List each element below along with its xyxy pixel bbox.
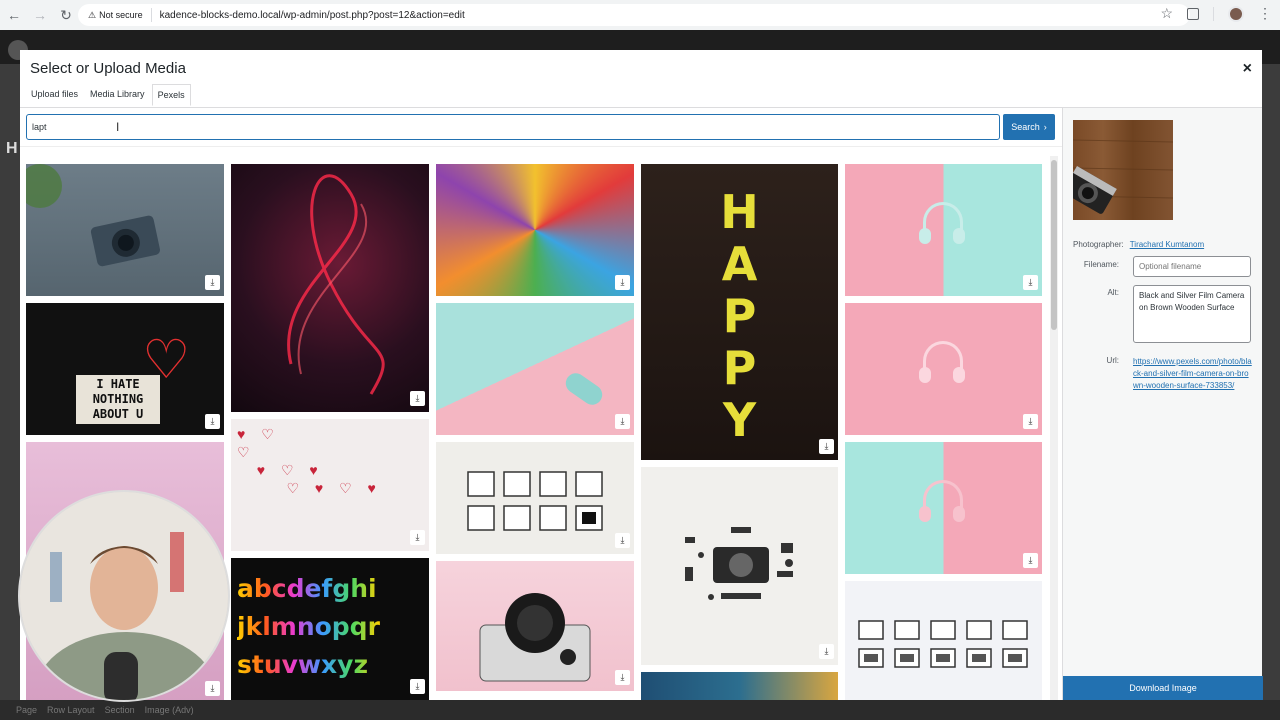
download-icon[interactable]: ⤓ bbox=[1023, 553, 1038, 568]
warning-icon: ⚠ bbox=[88, 9, 97, 20]
search-button[interactable]: Search › bbox=[1003, 114, 1055, 140]
photo-tile[interactable]: ⤓ bbox=[436, 442, 634, 554]
extensions-icon[interactable] bbox=[1187, 7, 1199, 20]
block-breadcrumb: Page Row Layout Section Image (Adv) bbox=[0, 700, 1280, 720]
download-icon[interactable]: ⤓ bbox=[205, 414, 220, 429]
download-icon[interactable]: ⤓ bbox=[615, 533, 630, 548]
download-icon[interactable]: ⤓ bbox=[615, 275, 630, 290]
alt-textarea[interactable]: Black and Silver Film Camera on Brown Wo… bbox=[1133, 285, 1251, 343]
download-icon[interactable]: ⤓ bbox=[615, 414, 630, 429]
photo-tile[interactable]: abcdefghi jklmnopqr stuvwxyz ⤓ bbox=[231, 558, 429, 700]
alt-label: Alt: bbox=[1107, 288, 1119, 297]
media-tabs: Upload files Media Library Pexels bbox=[26, 84, 191, 106]
bookmark-star-icon[interactable]: ☆ bbox=[1160, 5, 1173, 22]
photo-tile[interactable]: ⤓ bbox=[845, 442, 1042, 574]
security-indicator[interactable]: ⚠ Not secure bbox=[88, 8, 152, 22]
photo-tile[interactable]: ⤓ bbox=[845, 303, 1042, 435]
divider bbox=[1213, 6, 1214, 21]
photo-tile[interactable]: I HATE NOTHING ABOUT U ♡ ⤓ bbox=[26, 303, 224, 435]
presenter-video-art bbox=[20, 492, 228, 700]
search-input[interactable] bbox=[26, 114, 1000, 140]
photo-tile[interactable]: ⤓ bbox=[436, 303, 634, 435]
tab-upload-files[interactable]: Upload files bbox=[26, 84, 83, 106]
alt-row: Alt: bbox=[1063, 288, 1125, 297]
camera-photo-art bbox=[479, 593, 591, 682]
download-icon[interactable]: ⤓ bbox=[819, 439, 834, 454]
chevron-right-icon: › bbox=[1043, 122, 1047, 132]
scrollbar-thumb[interactable] bbox=[1051, 160, 1057, 330]
more-menu-icon[interactable]: ⋮ bbox=[1258, 5, 1272, 22]
text-cursor-icon: I bbox=[116, 120, 120, 134]
headphones-cup bbox=[953, 506, 965, 522]
photo-details-sidebar: Photographer: Tirachard Kumtanom Filenam… bbox=[1062, 108, 1263, 700]
filename-row: Filename: bbox=[1063, 260, 1125, 269]
webcam-overlay bbox=[18, 490, 230, 702]
toy-car-art bbox=[561, 369, 607, 409]
happy-sign-art: HAPPY bbox=[720, 185, 759, 447]
modal-title: Select or Upload Media bbox=[30, 60, 186, 77]
photo-tile[interactable]: HAPPY ⤓ bbox=[641, 164, 838, 460]
tab-pexels[interactable]: Pexels bbox=[151, 84, 191, 106]
download-icon[interactable]: ⤓ bbox=[1023, 275, 1038, 290]
background-heading: H bbox=[6, 140, 18, 157]
photo-tile[interactable]: ⤓ bbox=[436, 164, 634, 296]
browser-toolbar: ← → ↻ ⚠ Not secure kadence-blocks-demo.l… bbox=[0, 0, 1280, 30]
camera-photo-art bbox=[26, 164, 160, 267]
url-row: Url: bbox=[1063, 356, 1125, 365]
photographer-label: Photographer: bbox=[1073, 240, 1124, 249]
breadcrumb-item[interactable]: Page bbox=[16, 705, 37, 715]
reload-icon[interactable]: ↻ bbox=[54, 3, 78, 27]
photo-tile[interactable]: ⤓ bbox=[641, 467, 838, 665]
url-label: Url: bbox=[1106, 356, 1119, 365]
frames-art bbox=[858, 620, 1028, 668]
download-image-button[interactable]: Download Image bbox=[1063, 676, 1263, 700]
download-icon[interactable]: ⤓ bbox=[615, 670, 630, 685]
headphones-cup bbox=[953, 228, 965, 244]
back-arrow-icon[interactable]: ← bbox=[2, 3, 26, 27]
hearts-art: ♥ ♡ ♡ ♥ ♡ ♥ ♡ ♥ ♡ ♥ bbox=[237, 426, 382, 496]
headphones-cup bbox=[919, 228, 931, 244]
close-icon[interactable]: × bbox=[1243, 60, 1252, 78]
security-label: Not secure bbox=[99, 10, 143, 20]
download-icon[interactable]: ⤓ bbox=[819, 644, 834, 659]
selected-photo-thumbnail bbox=[1073, 120, 1173, 220]
breadcrumb-item[interactable]: Image (Adv) bbox=[145, 705, 194, 715]
alphabet-art: abcdefghi jklmnopqr stuvwxyz bbox=[237, 570, 380, 684]
light-painting-art bbox=[287, 174, 385, 395]
download-icon[interactable]: ⤓ bbox=[205, 275, 220, 290]
photo-tile[interactable] bbox=[845, 581, 1042, 700]
breadcrumb-item[interactable]: Section bbox=[105, 705, 135, 715]
photo-tile[interactable]: ⤓ bbox=[26, 164, 224, 296]
photographer-link[interactable]: Tirachard Kumtanom bbox=[1130, 240, 1204, 249]
photo-tile[interactable]: ⤓ bbox=[436, 561, 634, 691]
photo-tile[interactable]: ⤓ bbox=[845, 164, 1042, 296]
profile-avatar[interactable] bbox=[1228, 5, 1244, 22]
photo-tile[interactable]: ⤓ bbox=[231, 164, 429, 412]
search-button-label: Search bbox=[1011, 122, 1040, 132]
tab-media-library[interactable]: Media Library bbox=[85, 84, 150, 106]
breadcrumb-item[interactable]: Row Layout bbox=[47, 705, 95, 715]
download-icon[interactable]: ⤓ bbox=[410, 391, 425, 406]
headphones-cup bbox=[919, 506, 931, 522]
headphones-cup bbox=[953, 367, 965, 383]
download-icon[interactable]: ⤓ bbox=[410, 679, 425, 694]
download-icon[interactable]: ⤓ bbox=[410, 530, 425, 545]
download-icon[interactable]: ⤓ bbox=[205, 681, 220, 696]
filename-label: Filename: bbox=[1083, 260, 1119, 269]
neon-heart-icon: ♡ bbox=[142, 330, 191, 390]
frames-art bbox=[467, 471, 603, 531]
photo-url-link[interactable]: https://www.pexels.com/photo/black-and-s… bbox=[1133, 356, 1253, 392]
camera-photo-art bbox=[1073, 139, 1173, 214]
url-text[interactable]: kadence-blocks-demo.local/wp-admin/post.… bbox=[160, 10, 465, 21]
download-icon[interactable]: ⤓ bbox=[1023, 414, 1038, 429]
photographer-row: Photographer: Tirachard Kumtanom bbox=[1063, 240, 1204, 249]
filename-field[interactable] bbox=[1133, 256, 1251, 277]
knolling-art bbox=[685, 527, 793, 600]
photo-tile[interactable] bbox=[641, 672, 838, 700]
forward-arrow-icon[interactable]: → bbox=[28, 3, 52, 27]
headphones-cup bbox=[919, 367, 931, 383]
photo-tile[interactable]: ♥ ♡ ♡ ♥ ♡ ♥ ♡ ♥ ♡ ♥ ⤓ bbox=[231, 419, 429, 551]
grid-scrollbar[interactable] bbox=[1050, 156, 1058, 700]
address-bar[interactable]: ⚠ Not secure kadence-blocks-demo.local/w… bbox=[78, 4, 1190, 26]
